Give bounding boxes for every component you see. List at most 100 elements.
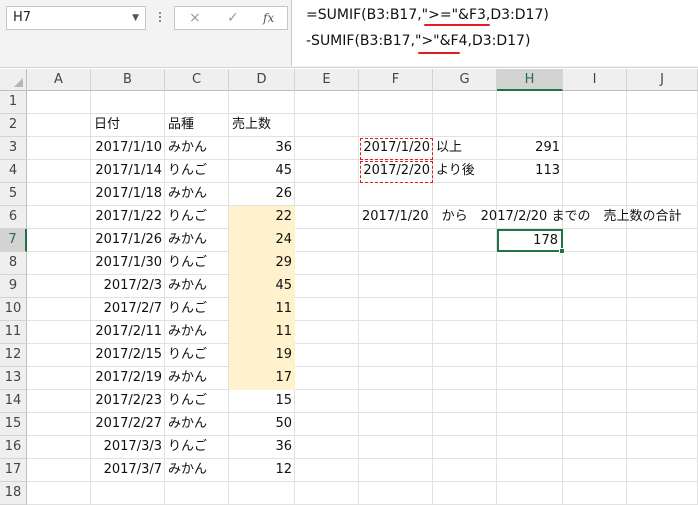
cell[interactable] xyxy=(497,459,563,482)
date-cell[interactable]: 2017/3/3 xyxy=(91,436,165,459)
row-header-2[interactable]: 2 xyxy=(0,114,27,137)
cell[interactable] xyxy=(27,137,91,160)
qty-cell[interactable]: 15 xyxy=(229,390,295,413)
variety-cell[interactable]: みかん xyxy=(165,459,229,482)
cell[interactable] xyxy=(627,298,698,321)
cell[interactable] xyxy=(497,436,563,459)
variety-cell[interactable]: みかん xyxy=(165,413,229,436)
criteria-label[interactable]: より後 xyxy=(433,160,497,183)
date-cell[interactable]: 2017/2/15 xyxy=(91,344,165,367)
variety-cell[interactable]: みかん xyxy=(165,321,229,344)
cell[interactable] xyxy=(295,229,359,252)
cell[interactable] xyxy=(229,91,295,114)
drag-handle[interactable] xyxy=(158,10,162,26)
cell[interactable] xyxy=(295,114,359,137)
cell[interactable] xyxy=(295,183,359,206)
cell[interactable] xyxy=(563,252,627,275)
cell[interactable] xyxy=(627,229,698,252)
column-header-e[interactable]: E xyxy=(295,69,359,91)
cell[interactable] xyxy=(359,183,433,206)
column-header-d[interactable]: D xyxy=(229,69,295,91)
cell[interactable] xyxy=(627,91,698,114)
cell[interactable] xyxy=(295,298,359,321)
cell[interactable] xyxy=(627,137,698,160)
criteria-value[interactable]: 113 xyxy=(497,160,563,183)
cell[interactable] xyxy=(359,298,433,321)
cell[interactable] xyxy=(359,436,433,459)
cell[interactable] xyxy=(295,275,359,298)
cell[interactable] xyxy=(627,344,698,367)
variety-cell[interactable]: みかん xyxy=(165,367,229,390)
date-cell[interactable]: 2017/1/18 xyxy=(91,183,165,206)
cell[interactable] xyxy=(497,298,563,321)
cell[interactable] xyxy=(27,367,91,390)
insert-function-icon[interactable]: fx xyxy=(263,7,274,29)
cell[interactable] xyxy=(359,459,433,482)
variety-cell[interactable]: りんご xyxy=(165,160,229,183)
qty-cell[interactable]: 45 xyxy=(229,160,295,183)
row-header-12[interactable]: 12 xyxy=(0,344,27,367)
cell[interactable] xyxy=(563,367,627,390)
cell[interactable] xyxy=(359,413,433,436)
cell[interactable] xyxy=(497,390,563,413)
cell[interactable] xyxy=(295,390,359,413)
cell[interactable] xyxy=(563,91,627,114)
cell[interactable] xyxy=(295,206,359,229)
date-cell[interactable]: 2017/2/7 xyxy=(91,298,165,321)
cell[interactable] xyxy=(359,390,433,413)
column-header-f[interactable]: F xyxy=(359,69,433,91)
variety-cell[interactable]: りんご xyxy=(165,390,229,413)
cell[interactable] xyxy=(563,321,627,344)
cell[interactable] xyxy=(27,459,91,482)
cell[interactable] xyxy=(27,321,91,344)
row-header-4[interactable]: 4 xyxy=(0,160,27,183)
cell[interactable] xyxy=(433,367,497,390)
cell[interactable] xyxy=(433,91,497,114)
cell[interactable] xyxy=(627,413,698,436)
row-header-1[interactable]: 1 xyxy=(0,91,27,114)
cell[interactable] xyxy=(295,252,359,275)
cell[interactable] xyxy=(627,321,698,344)
cell[interactable] xyxy=(27,206,91,229)
criteria-label[interactable]: 以上 xyxy=(433,137,497,160)
cell[interactable] xyxy=(563,390,627,413)
cell[interactable] xyxy=(165,91,229,114)
cell[interactable] xyxy=(229,482,295,505)
column-header-j[interactable]: J xyxy=(627,69,698,91)
variety-cell[interactable]: みかん xyxy=(165,183,229,206)
row-header-14[interactable]: 14 xyxy=(0,390,27,413)
date-cell[interactable]: 2017/1/30 xyxy=(91,252,165,275)
cell[interactable] xyxy=(497,91,563,114)
date-cell[interactable]: 2017/2/19 xyxy=(91,367,165,390)
cell[interactable] xyxy=(627,275,698,298)
qty-cell[interactable]: 22 xyxy=(229,206,295,229)
column-header-a[interactable]: A xyxy=(27,69,91,91)
variety-cell[interactable]: みかん xyxy=(165,229,229,252)
worksheet-grid[interactable]: A B C D E F G H I J 1 2 3 4 5 6 7 8 9 10 11 12 13 14 15 16 17 18 日付品… xyxy=(0,69,698,505)
cell[interactable] xyxy=(563,436,627,459)
cell[interactable] xyxy=(27,482,91,505)
cell[interactable] xyxy=(27,183,91,206)
row-header-9[interactable]: 9 xyxy=(0,275,27,298)
cell[interactable] xyxy=(27,160,91,183)
cell[interactable] xyxy=(627,367,698,390)
cell[interactable] xyxy=(627,459,698,482)
cell[interactable] xyxy=(359,367,433,390)
cell[interactable] xyxy=(497,321,563,344)
cell[interactable] xyxy=(497,183,563,206)
cell[interactable] xyxy=(359,321,433,344)
cell[interactable] xyxy=(563,114,627,137)
qty-cell[interactable]: 45 xyxy=(229,275,295,298)
row-header-16[interactable]: 16 xyxy=(0,436,27,459)
cell[interactable] xyxy=(627,183,698,206)
cell[interactable] xyxy=(433,459,497,482)
qty-cell[interactable]: 11 xyxy=(229,298,295,321)
cancel-icon[interactable]: × xyxy=(189,7,201,29)
row-header-3[interactable]: 3 xyxy=(0,137,27,160)
select-all-corner[interactable] xyxy=(0,69,27,91)
row-header-8[interactable]: 8 xyxy=(0,252,27,275)
cell[interactable] xyxy=(27,275,91,298)
cell[interactable] xyxy=(295,436,359,459)
cell[interactable] xyxy=(433,390,497,413)
qty-cell[interactable]: 26 xyxy=(229,183,295,206)
